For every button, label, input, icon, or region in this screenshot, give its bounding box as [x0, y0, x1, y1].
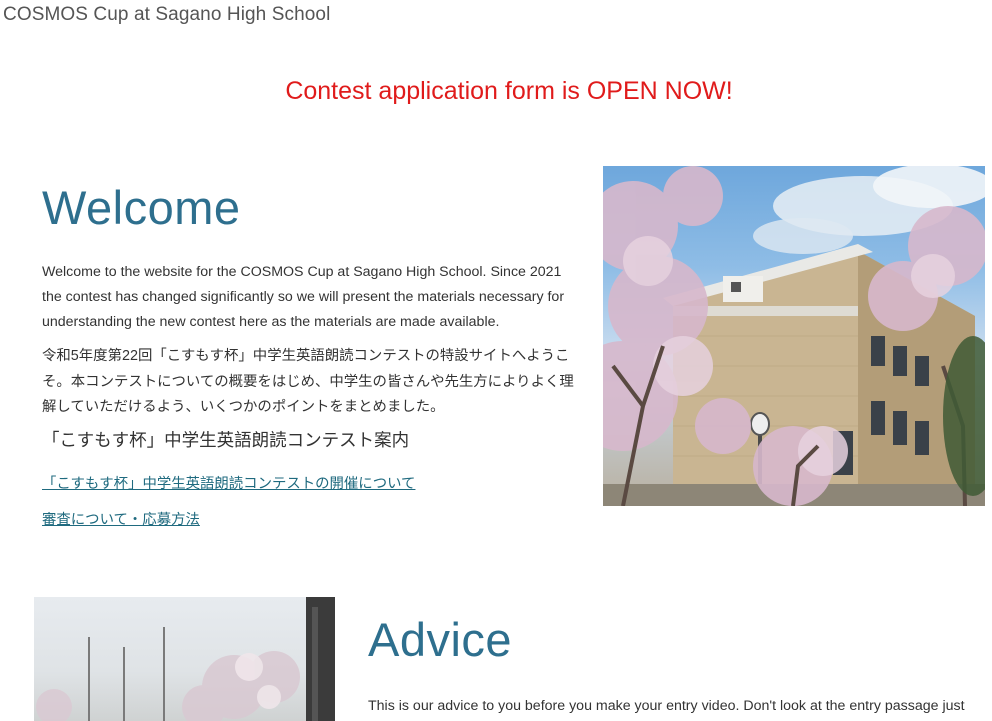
campus-tree-image [36, 597, 335, 721]
announcement-banner: Contest application form is OPEN NOW! [285, 77, 733, 105]
advice-section: Advice This is our advice to you before … [368, 610, 978, 719]
school-cherry-blossom-photo [603, 166, 985, 506]
welcome-intro-english: Welcome to the website for the COSMOS Cu… [42, 264, 565, 330]
contest-guide-subheading: 「こすもす杯」中学生英語朗読コンテスト案内 [42, 429, 410, 450]
welcome-heading: Welcome [42, 181, 241, 234]
school-building-image [603, 166, 985, 506]
advice-intro: This is our advice to you before you mak… [368, 698, 965, 714]
contest-overview-link[interactable]: 「こすもす杯」中学生英語朗読コンテストの開催について [42, 473, 577, 495]
advice-heading: Advice [368, 613, 513, 666]
welcome-intro-japanese: 令和5年度第22回「こすもす杯」中学生英語朗読コンテストの特設サイトへようこそ。… [42, 348, 574, 415]
welcome-section: Welcome Welcome to the website for the C… [42, 178, 577, 545]
judging-application-link[interactable]: 審査について・応募方法 [42, 509, 577, 531]
site-title[interactable]: COSMOS Cup at Sagano High School [3, 4, 330, 26]
campus-photo [34, 597, 335, 721]
